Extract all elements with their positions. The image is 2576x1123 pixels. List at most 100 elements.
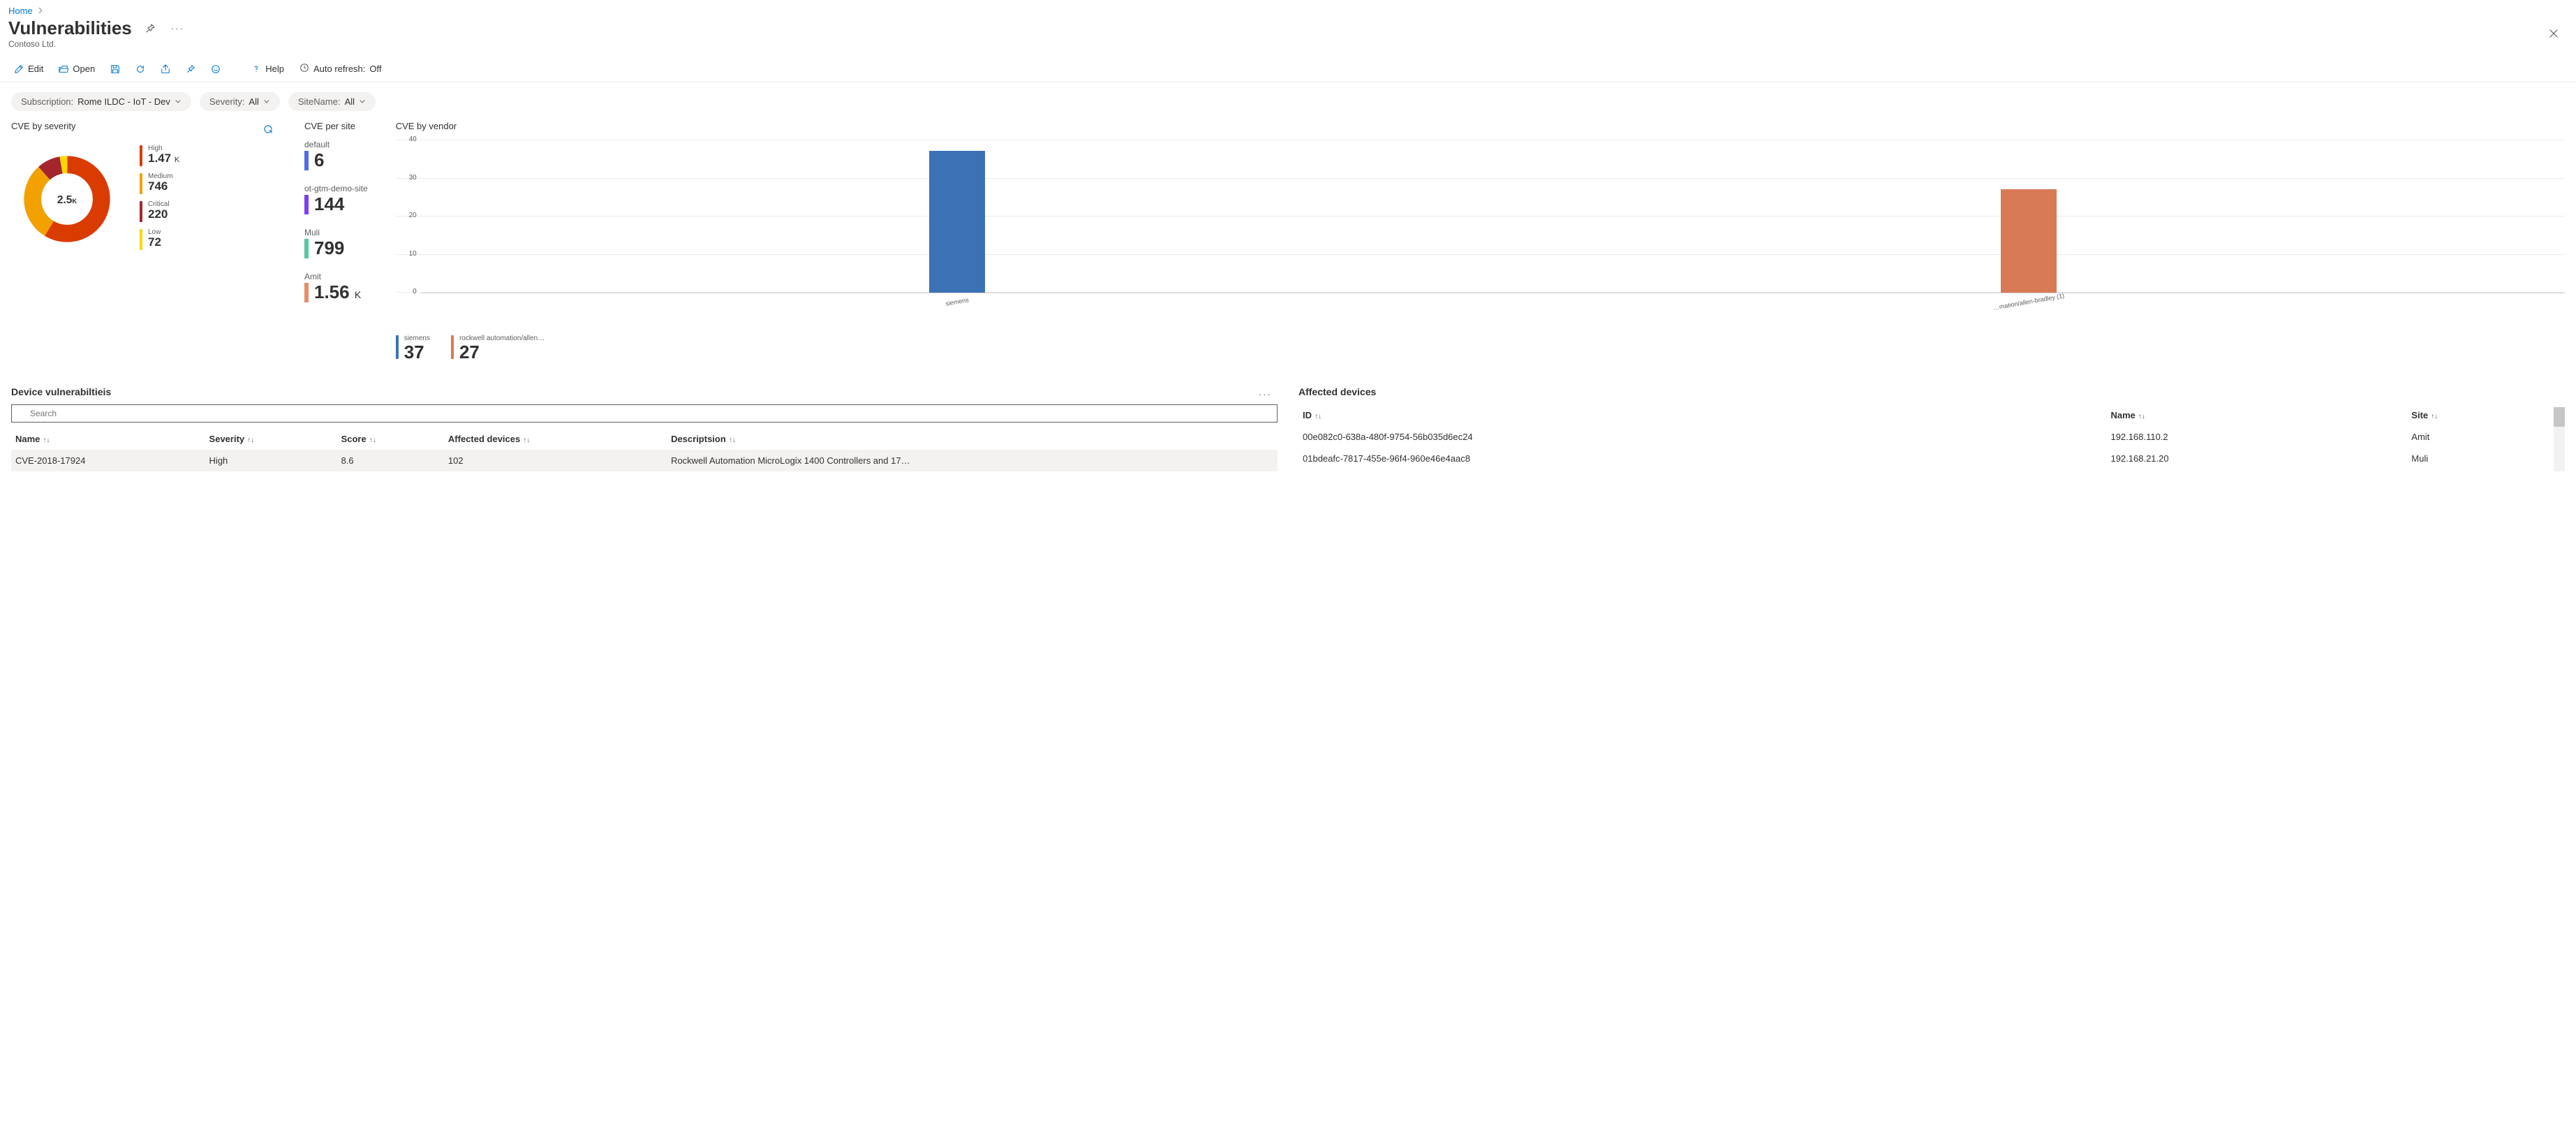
sort-icon: ↑↓ — [2431, 413, 2438, 420]
column-header[interactable]: Affected devices↑↓ — [444, 428, 667, 450]
svg-text:2.5K: 2.5K — [57, 194, 77, 206]
site-item[interactable]: default6 — [304, 140, 368, 171]
panel-more-button[interactable]: ··· — [1256, 386, 1275, 402]
refresh-button[interactable] — [130, 60, 151, 78]
site-value: 6 — [314, 149, 324, 171]
chevron-down-icon — [263, 96, 270, 107]
column-header[interactable]: Name↑↓ — [11, 428, 205, 450]
feedback-button[interactable] — [205, 60, 226, 78]
filter-severity[interactable]: Severity: All — [200, 92, 280, 111]
table-cell: 192.168.21.20 — [2106, 448, 2407, 469]
more-button[interactable]: ··· — [168, 20, 187, 36]
table-row[interactable]: 01bdeafc-7817-455e-96f4-960e46e4aac8192.… — [1298, 448, 2565, 469]
legend-item[interactable]: High1.47 K — [140, 145, 179, 166]
filter-sitename[interactable]: SiteName: All — [288, 92, 376, 111]
site-item[interactable]: Amit1.56 K — [304, 272, 368, 303]
sort-icon: ↑↓ — [523, 436, 530, 444]
help-button[interactable]: Help — [246, 59, 290, 78]
table-cell: 8.6 — [337, 450, 444, 471]
site-item[interactable]: ot-gtm-demo-site144 — [304, 184, 368, 215]
legend-item[interactable]: Critical220 — [140, 201, 179, 222]
page-subtitle: Contoso Ltd. — [0, 39, 2576, 56]
device-vulnerabilities-table: Name↑↓Severity↑↓Score↑↓Affected devices↑… — [11, 428, 1278, 471]
help-label: Help — [265, 64, 284, 74]
close-icon — [2548, 28, 2559, 39]
sort-icon: ↑↓ — [43, 436, 50, 444]
legend-item[interactable]: rockwell automation/allen…27 — [451, 335, 545, 362]
affected-devices-table: ID↑↓Name↑↓Site↑↓00e082c0-638a-480f-9754-… — [1298, 404, 2565, 469]
sort-icon: ↑↓ — [247, 436, 254, 444]
site-value: 1.56 K — [314, 281, 361, 303]
pin-icon — [145, 23, 156, 34]
column-header[interactable]: Site↑↓ — [2407, 404, 2565, 426]
table-cell: 102 — [444, 450, 667, 471]
pin-button[interactable] — [142, 20, 158, 37]
legend-item[interactable]: Medium746 — [140, 173, 179, 194]
legend-value: 220 — [148, 208, 170, 221]
tile-title: CVE per site — [304, 121, 368, 131]
search-input[interactable] — [11, 404, 1278, 423]
tile-cve-per-site: CVE per site default6 ot-gtm-demo-site144… — [304, 121, 368, 303]
chevron-right-icon — [37, 6, 44, 16]
smile-icon — [211, 64, 221, 74]
pin-cmd-button[interactable] — [180, 60, 201, 78]
question-icon — [251, 64, 261, 74]
scrollbar-thumb[interactable] — [2554, 407, 2565, 427]
legend-item[interactable]: Low72 — [140, 229, 179, 250]
panel-title: Device vulnerabiltieis — [11, 386, 1278, 397]
site-name: ot-gtm-demo-site — [304, 184, 368, 193]
open-button[interactable]: Open — [53, 59, 101, 78]
axis-tick: 20 — [396, 212, 417, 219]
clock-refresh-icon — [299, 63, 309, 75]
legend-value: 1.47 K — [148, 152, 179, 166]
column-header[interactable]: Descriptsion↑↓ — [667, 428, 1278, 450]
table-row[interactable]: 00e082c0-638a-480f-9754-56b035d6ec24192.… — [1298, 426, 2565, 448]
pencil-icon — [14, 64, 24, 74]
sort-icon: ↑↓ — [729, 436, 736, 444]
tile-title: CVE by severity — [11, 121, 276, 131]
axis-tick: 0 — [396, 288, 417, 295]
column-header[interactable]: Score↑↓ — [337, 428, 444, 450]
filter-subscription[interactable]: Subscription: Rome ILDC - IoT - Dev — [11, 92, 191, 111]
table-cell: 192.168.110.2 — [2106, 426, 2407, 448]
site-item[interactable]: Muli799 — [304, 228, 368, 259]
edit-button[interactable]: Edit — [8, 59, 49, 78]
panel-title: Affected devices — [1298, 386, 2565, 397]
chart-bar[interactable] — [929, 151, 985, 293]
breadcrumb-home-link[interactable]: Home — [8, 6, 33, 16]
table-cell: Rockwell Automation MicroLogix 1400 Cont… — [667, 450, 1278, 471]
bar-chart[interactable]: 010203040siemens…mation/allen-bradley (1… — [396, 140, 2565, 307]
axis-tick: 40 — [396, 135, 417, 143]
site-swatch — [304, 151, 309, 170]
reset-button[interactable] — [260, 121, 276, 138]
panel-affected-devices: Affected devices ID↑↓Name↑↓Site↑↓00e082c… — [1298, 386, 2565, 471]
sort-icon: ↑↓ — [369, 436, 376, 444]
site-value: 144 — [314, 193, 344, 215]
table-cell: Muli — [2407, 448, 2565, 469]
legend-swatch — [396, 335, 399, 359]
chevron-down-icon — [175, 96, 182, 107]
legend-item[interactable]: siemens37 — [396, 335, 430, 362]
share-icon — [161, 64, 170, 74]
column-header[interactable]: Severity↑↓ — [205, 428, 337, 450]
undo-icon — [262, 124, 274, 135]
column-header[interactable]: Name↑↓ — [2106, 404, 2407, 426]
panel-device-vulnerabilities: Device vulnerabiltieis ··· Name↑↓Severit… — [11, 386, 1278, 471]
auto-refresh-label: Auto refresh: — [313, 64, 365, 74]
table-cell: Amit — [2407, 426, 2565, 448]
site-value: 799 — [314, 237, 344, 259]
column-header[interactable]: ID↑↓ — [1298, 404, 2106, 426]
close-button[interactable] — [2545, 25, 2562, 42]
chart-bar[interactable] — [2001, 189, 2057, 293]
site-name: Muli — [304, 228, 368, 237]
save-button[interactable] — [105, 60, 126, 78]
bar-label: siemens — [945, 296, 969, 307]
legend-swatch — [451, 335, 454, 359]
scrollbar-track[interactable] — [2554, 407, 2565, 471]
command-bar: Edit Open Help — [0, 56, 2576, 82]
auto-refresh-toggle[interactable]: Auto refresh: Off — [294, 59, 387, 79]
sort-icon: ↑↓ — [2138, 413, 2145, 420]
donut-chart[interactable]: 2.5K — [11, 140, 123, 258]
table-row[interactable]: CVE-2018-17924High8.6102Rockwell Automat… — [11, 450, 1278, 471]
share-button[interactable] — [155, 60, 176, 78]
